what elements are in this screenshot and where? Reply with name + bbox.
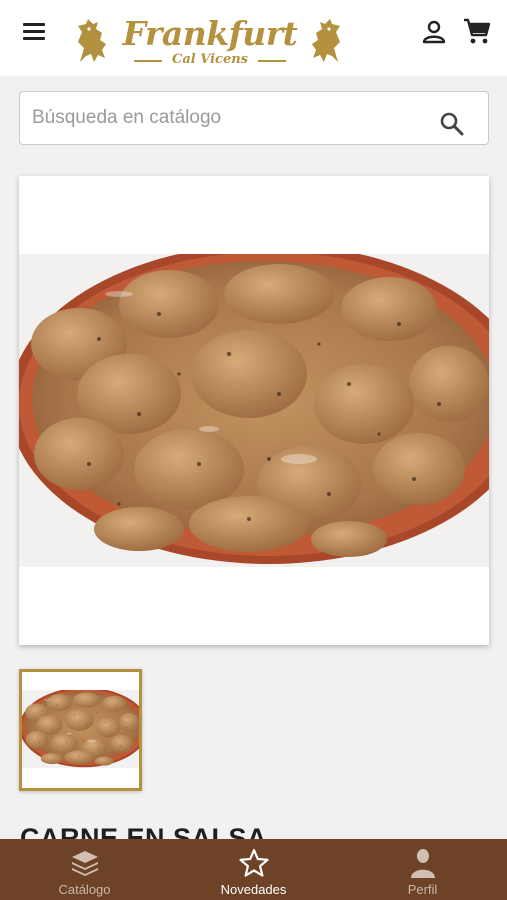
- person-icon: [411, 849, 435, 878]
- nav-item-novedades[interactable]: Novedades: [169, 839, 338, 900]
- product-main-image[interactable]: [19, 254, 489, 567]
- user-icon[interactable]: [420, 18, 448, 46]
- product-thumbnail-selected[interactable]: [19, 669, 142, 791]
- search-bar: [19, 91, 489, 145]
- nav-item-perfil[interactable]: Perfil: [338, 839, 507, 900]
- search-input[interactable]: [32, 92, 432, 143]
- hamburger-menu-icon[interactable]: [20, 20, 50, 44]
- shopping-cart-icon[interactable]: [462, 16, 492, 46]
- nav-item-catalogo[interactable]: Catálogo: [0, 839, 169, 900]
- product-image-card: [19, 176, 489, 645]
- nav-label-catalogo: Catálogo: [58, 882, 111, 897]
- product-thumbnail-image: [22, 690, 139, 768]
- nav-label-novedades: Novedades: [220, 882, 287, 897]
- brand-logo[interactable]: Frankfurt Cal Vicens: [72, 14, 348, 72]
- lion-crest-left-icon: [78, 19, 106, 62]
- logo-divider-right: [258, 60, 286, 62]
- layers-icon: [72, 851, 98, 876]
- lion-crest-right-icon: [312, 19, 340, 62]
- star-icon: [239, 848, 269, 877]
- app-header: Frankfurt Cal Vicens: [0, 0, 507, 76]
- logo-title: Frankfurt: [122, 14, 298, 53]
- bottom-navigation: Catálogo Novedades Perfil: [0, 839, 507, 900]
- nav-label-perfil: Perfil: [407, 882, 438, 897]
- search-icon[interactable]: [438, 110, 466, 138]
